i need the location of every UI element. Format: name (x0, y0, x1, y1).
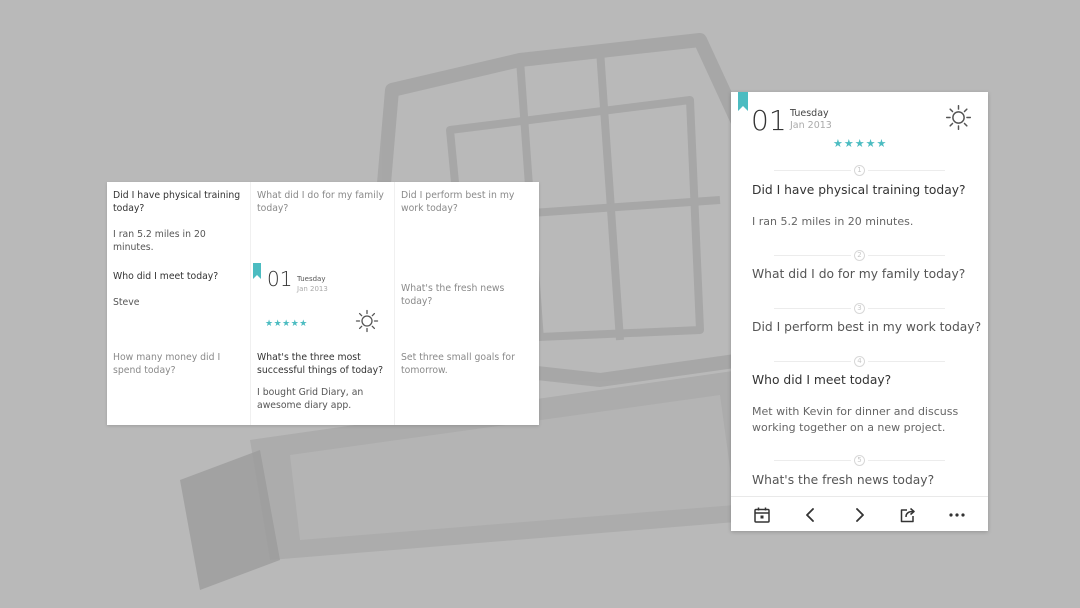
sun-icon[interactable] (945, 104, 972, 131)
entry-question[interactable]: What did I do for my family today? (752, 267, 965, 281)
grid-cell[interactable]: Who did I meet today? Steve (107, 263, 251, 344)
bookmark-icon[interactable] (253, 263, 261, 279)
cell-question: Who did I meet today? (113, 271, 219, 282)
grid-cell[interactable]: What did I do for my family today? (251, 182, 395, 263)
entry-divider: 1 (774, 165, 945, 176)
entry-question[interactable]: Did I perform best in my work today? (752, 320, 981, 334)
entry-answer[interactable]: Met with Kevin for dinner and discuss wo… (752, 404, 972, 436)
date-weekday: Tuesday (790, 108, 829, 119)
cell-question: Did I have physical training today? (113, 190, 241, 214)
sun-icon[interactable] (355, 309, 379, 333)
grid-cell[interactable]: Set three small goals for tomorrow. (395, 344, 539, 425)
rating-stars[interactable]: ★★★★★ (833, 137, 887, 150)
entry-number: 4 (854, 356, 865, 367)
entry-divider: 4 (774, 356, 945, 367)
cell-answer: I bought Grid Diary, an awesome diary ap… (257, 387, 364, 411)
entry-divider: 2 (774, 250, 945, 261)
entry-divider: 3 (774, 303, 945, 314)
date-month: Jan 2013 (297, 285, 328, 293)
date-day: 01 (751, 104, 787, 137)
cell-question: Set three small goals for tomorrow. (401, 352, 515, 376)
calendar-icon[interactable] (753, 506, 771, 524)
date-day: 01 (267, 267, 293, 291)
bookmark-icon[interactable] (738, 92, 748, 111)
grid-center-date-cell: 01 Tuesday Jan 2013 ★★★★★ (251, 263, 395, 344)
grid-cell[interactable]: Did I perform best in my work today? (395, 182, 539, 263)
entry-divider: 5 (774, 455, 945, 466)
cell-question: How many money did I spend today? (113, 352, 221, 376)
share-icon[interactable] (899, 506, 917, 524)
rating-stars[interactable]: ★★★★★ (265, 318, 308, 331)
entry-question[interactable]: Did I have physical training today? (752, 183, 966, 197)
grid-cell[interactable]: What's the three most successful things … (251, 344, 395, 425)
more-icon[interactable] (948, 506, 966, 524)
cell-question: What's the fresh news today? (401, 283, 505, 307)
entry-answer[interactable]: I ran 5.2 miles in 20 minutes. (752, 214, 972, 230)
entry-number: 3 (854, 303, 865, 314)
cell-question: What's the three most successful things … (257, 352, 384, 376)
entry-number: 1 (854, 165, 865, 176)
grid-cell[interactable]: How many money did I spend today? (107, 344, 251, 425)
grid-diary-card: Did I have physical training today? I ra… (107, 182, 539, 425)
entry-number: 5 (854, 455, 865, 466)
cell-question: What did I do for my family today? (257, 190, 384, 214)
chevron-right-icon[interactable] (850, 506, 868, 524)
entry-question[interactable]: Who did I meet today? (752, 373, 891, 387)
diary-entry-card: 01 Tuesday Jan 2013 ★★★★★ 1 Did I have p… (731, 92, 988, 531)
bottom-toolbar (731, 496, 988, 531)
cell-answer: I ran 5.2 miles in 20 minutes. (113, 229, 206, 253)
cell-question: Did I perform best in my work today? (401, 190, 515, 214)
grid-cell[interactable]: Did I have physical training today? I ra… (107, 182, 251, 263)
cell-answer: Steve (113, 297, 140, 308)
chevron-left-icon[interactable] (802, 506, 820, 524)
grid-cell[interactable]: What's the fresh news today? (395, 263, 539, 344)
entry-question[interactable]: What's the fresh news today? (752, 473, 934, 487)
date-month: Jan 2013 (790, 120, 832, 131)
entry-number: 2 (854, 250, 865, 261)
